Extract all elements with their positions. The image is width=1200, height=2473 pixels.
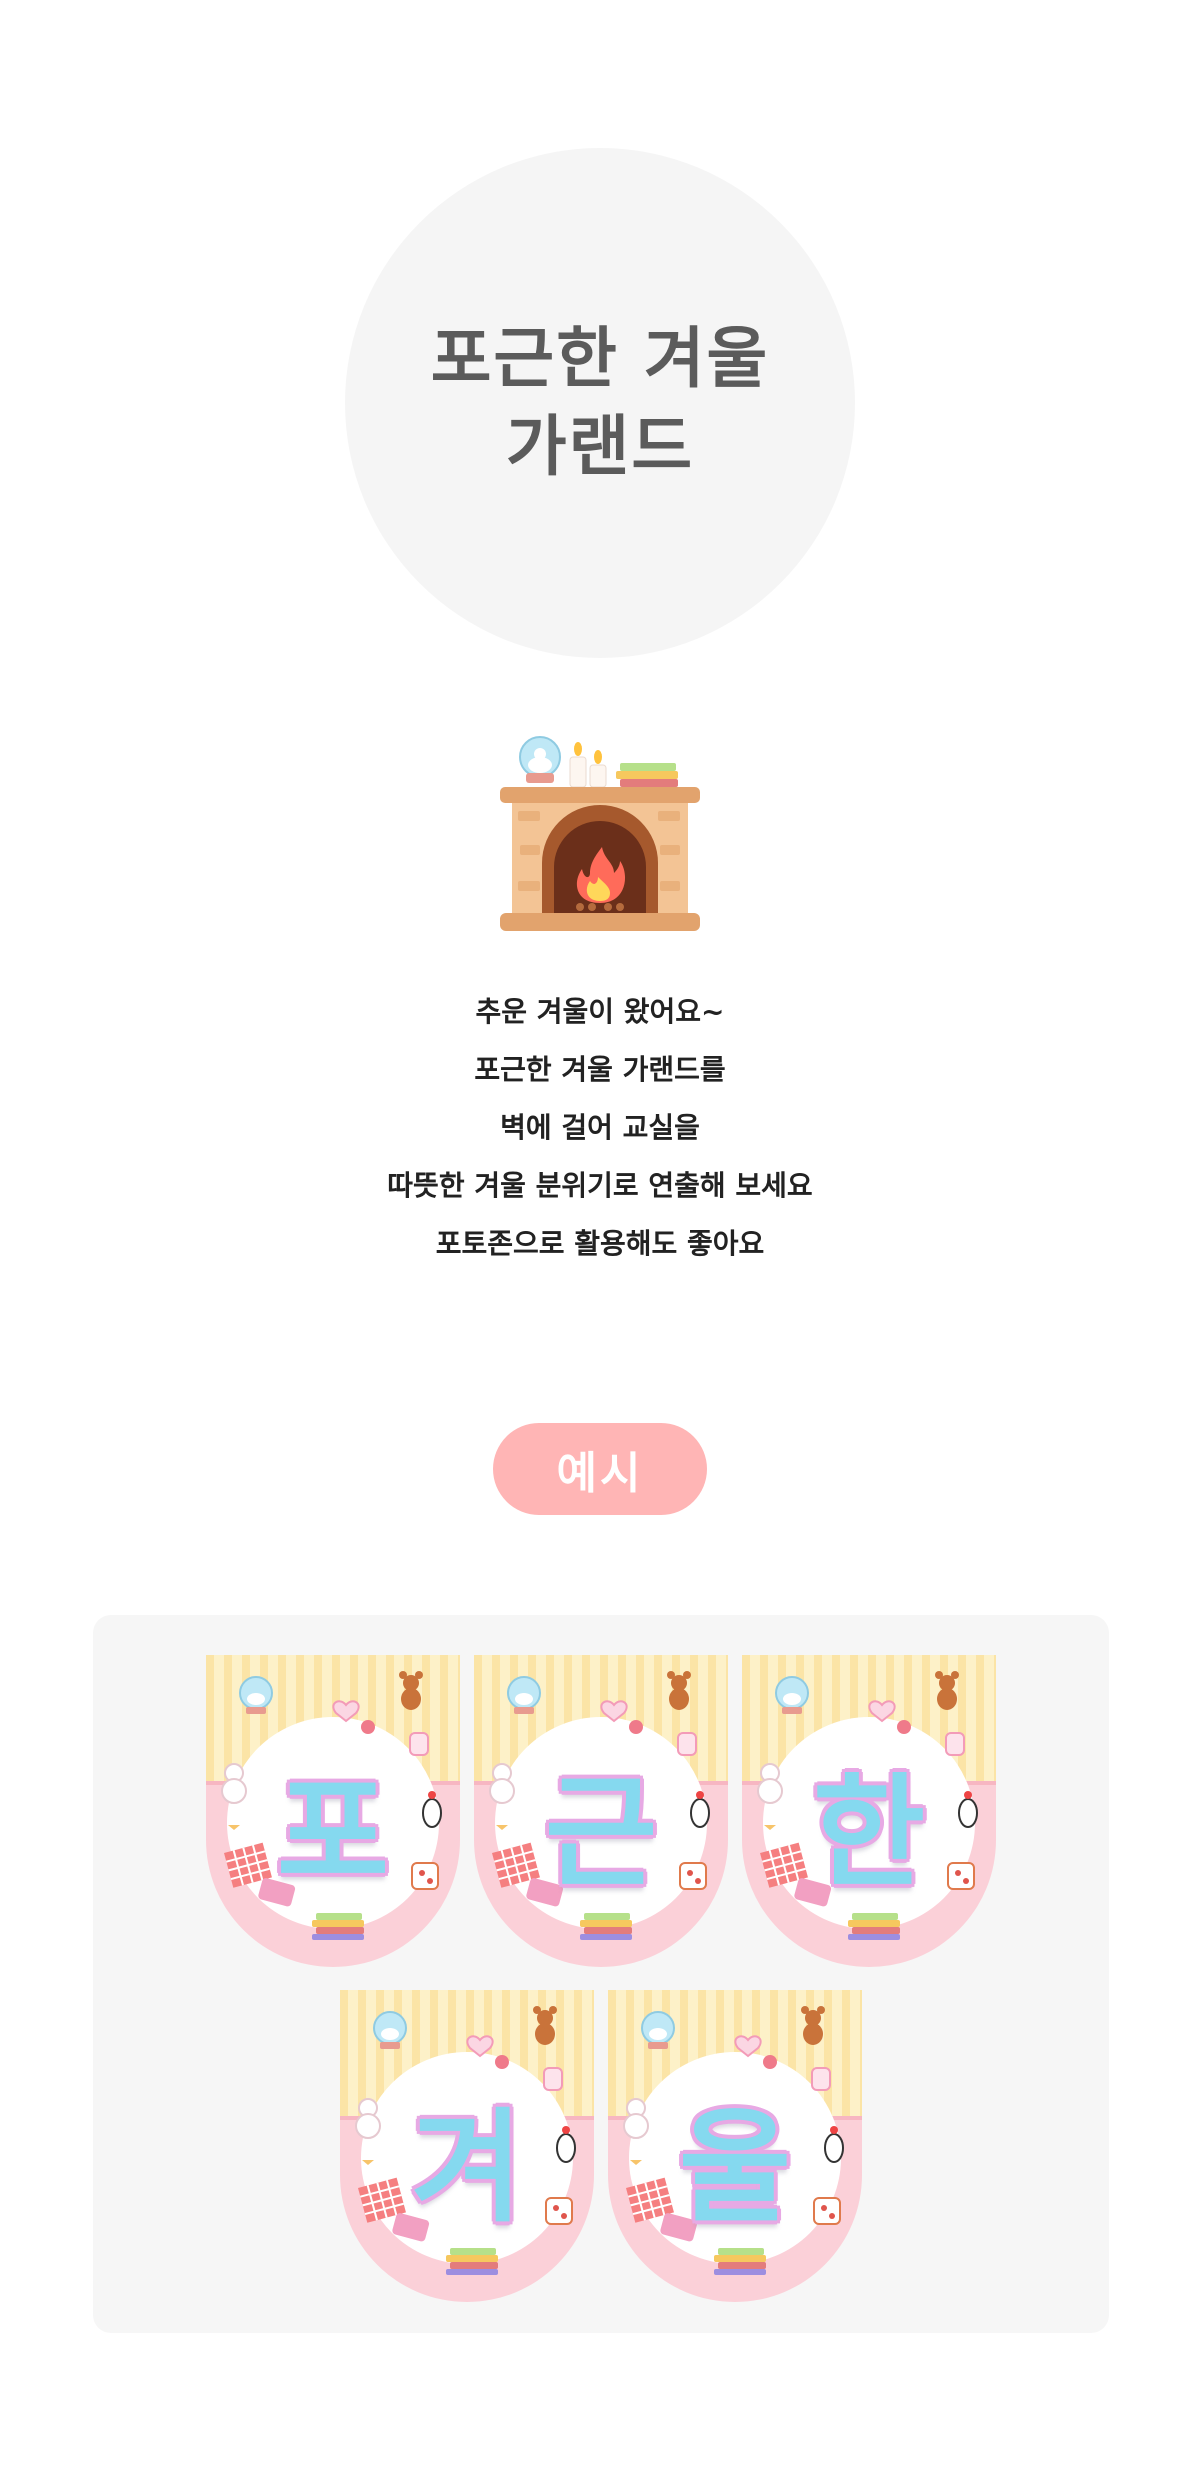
fireplace-icon bbox=[498, 735, 702, 935]
garland-letter: 한 bbox=[812, 1762, 926, 1904]
example-label-badge: 예시 bbox=[493, 1423, 707, 1515]
description-line-2: 포근한 겨울 가랜드를 bbox=[474, 1053, 726, 1086]
example-panel: 포 근 한 겨 울 bbox=[93, 1615, 1109, 2333]
page-title-line-2: 가랜드 bbox=[505, 408, 695, 485]
page-title-line-1: 포근한 겨울 bbox=[430, 320, 770, 397]
description-line-3: 벽에 걸어 교실을 bbox=[500, 1111, 700, 1144]
garland-letter: 겨 bbox=[410, 2097, 524, 2239]
title-circle: 포근한 겨울 가랜드 bbox=[345, 148, 855, 658]
garland-letter: 근 bbox=[544, 1762, 658, 1904]
garland-flag-1: 포 bbox=[206, 1655, 460, 1967]
garland-flag-2: 근 bbox=[474, 1655, 728, 1967]
garland-flag-3: 한 bbox=[742, 1655, 996, 1967]
garland-letter: 포 bbox=[276, 1762, 390, 1904]
garland-letter: 울 bbox=[678, 2097, 792, 2239]
description-line-4: 따뜻한 겨울 분위기로 연출해 보세요 bbox=[387, 1169, 813, 1202]
garland-flag-4: 겨 bbox=[340, 1990, 594, 2302]
description: 추운 겨울이 왔어요~ 포근한 겨울 가랜드를 벽에 걸어 교실을 따뜻한 겨울… bbox=[0, 983, 1200, 1273]
description-line-1: 추운 겨울이 왔어요~ bbox=[475, 995, 725, 1028]
garland-flag-5: 울 bbox=[608, 1990, 862, 2302]
description-line-5: 포토존으로 활용해도 좋아요 bbox=[435, 1227, 765, 1260]
